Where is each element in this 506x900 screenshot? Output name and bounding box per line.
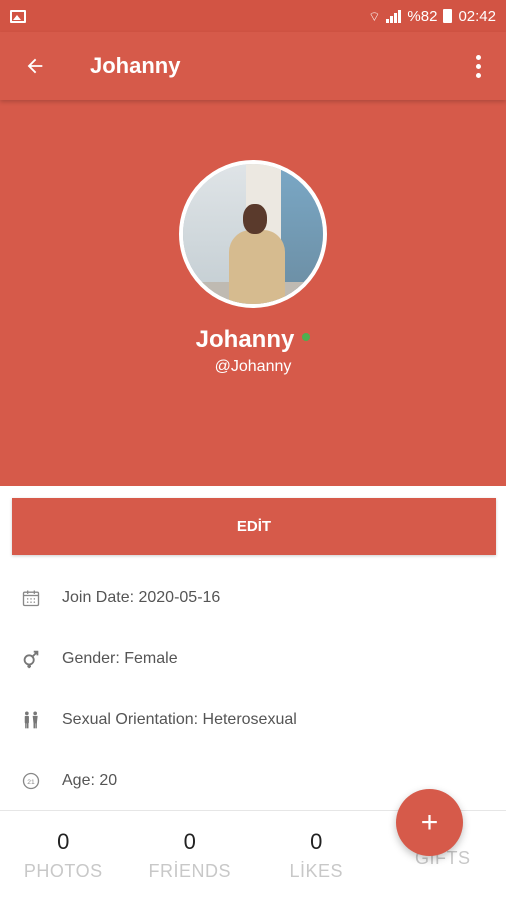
info-row-gender: Gender: Female — [0, 628, 506, 689]
add-fab-button[interactable]: + — [396, 789, 463, 856]
status-time: 02:42 — [458, 7, 496, 25]
app-bar-title: Johanny — [90, 53, 181, 78]
avatar-photo-part — [243, 204, 267, 234]
info-text: Join Date: 2020-05-16 — [62, 588, 221, 606]
age-icon: 21 — [0, 771, 62, 791]
signal-icon — [386, 9, 402, 23]
stat-label: FRİENDS — [148, 861, 231, 881]
info-row-orientation: Sexual Orientation: Heterosexual — [0, 689, 506, 750]
stat-likes[interactable]: 0 LİKES — [253, 811, 380, 900]
profile-name: Johanny — [195, 326, 295, 353]
more-vert-icon — [475, 54, 481, 60]
edit-profile-button[interactable]: EDİT — [12, 498, 496, 555]
more-options-button[interactable] — [450, 32, 506, 100]
stat-count: 0 — [310, 829, 323, 854]
stat-friends[interactable]: 0 FRİENDS — [127, 811, 254, 900]
arrow-left-icon — [27, 58, 43, 74]
more-vert-dot — [475, 72, 481, 78]
info-row-join-date: Join Date: 2020-05-16 — [0, 567, 506, 628]
info-text: Sexual Orientation: Heterosexual — [62, 710, 297, 728]
wifi-icon: ⌔ — [368, 8, 381, 24]
stat-label: LİKES — [289, 861, 344, 881]
info-text: Gender: Female — [62, 649, 178, 667]
orientation-icon — [0, 710, 62, 730]
svg-text:21: 21 — [27, 778, 35, 785]
stat-count: 0 — [183, 829, 196, 854]
more-vert-dot — [475, 63, 481, 69]
plus-icon: + — [420, 805, 439, 839]
app-bar: Johanny — [0, 32, 506, 100]
avatar-photo-part — [229, 230, 285, 304]
stat-count: 0 — [57, 829, 70, 854]
profile-name-row: Johanny — [0, 326, 506, 354]
battery-icon — [443, 9, 453, 23]
online-status-dot — [302, 333, 311, 341]
avatar[interactable] — [179, 160, 327, 308]
profile-info-list: Join Date: 2020-05-16 Gender: Female Sex… — [0, 567, 506, 811]
image-notification-icon — [10, 9, 26, 23]
battery-percent: %82 — [407, 7, 438, 25]
calendar-icon — [0, 588, 62, 608]
stat-label: PHOTOS — [23, 861, 103, 881]
profile-header: Johanny @Johanny — [0, 100, 506, 486]
status-bar: ⌔ %82 02:42 — [0, 0, 506, 32]
status-bar-right: ⌔ %82 02:42 — [368, 8, 496, 25]
stat-photos[interactable]: 0 PHOTOS — [0, 811, 127, 900]
info-text: Age: 20 — [62, 771, 118, 789]
profile-handle: @Johanny — [214, 358, 292, 375]
gender-icon — [0, 648, 62, 670]
back-button[interactable] — [0, 32, 70, 100]
